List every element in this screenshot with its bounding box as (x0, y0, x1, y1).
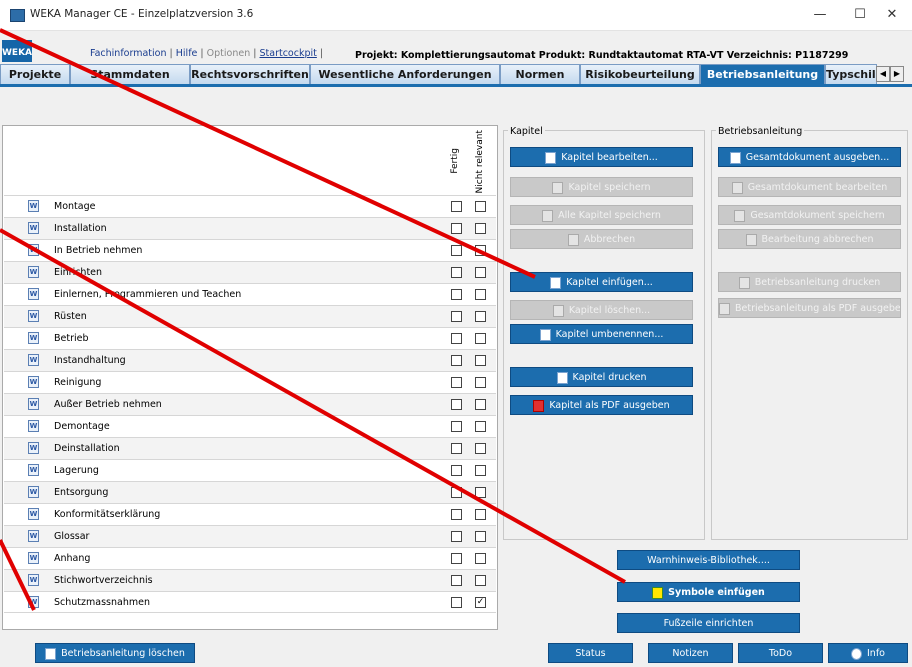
annotation-overlay (0, 28, 626, 611)
annotation-line (0, 28, 536, 279)
annotation-line (0, 539, 36, 611)
annotation-line (0, 228, 626, 584)
